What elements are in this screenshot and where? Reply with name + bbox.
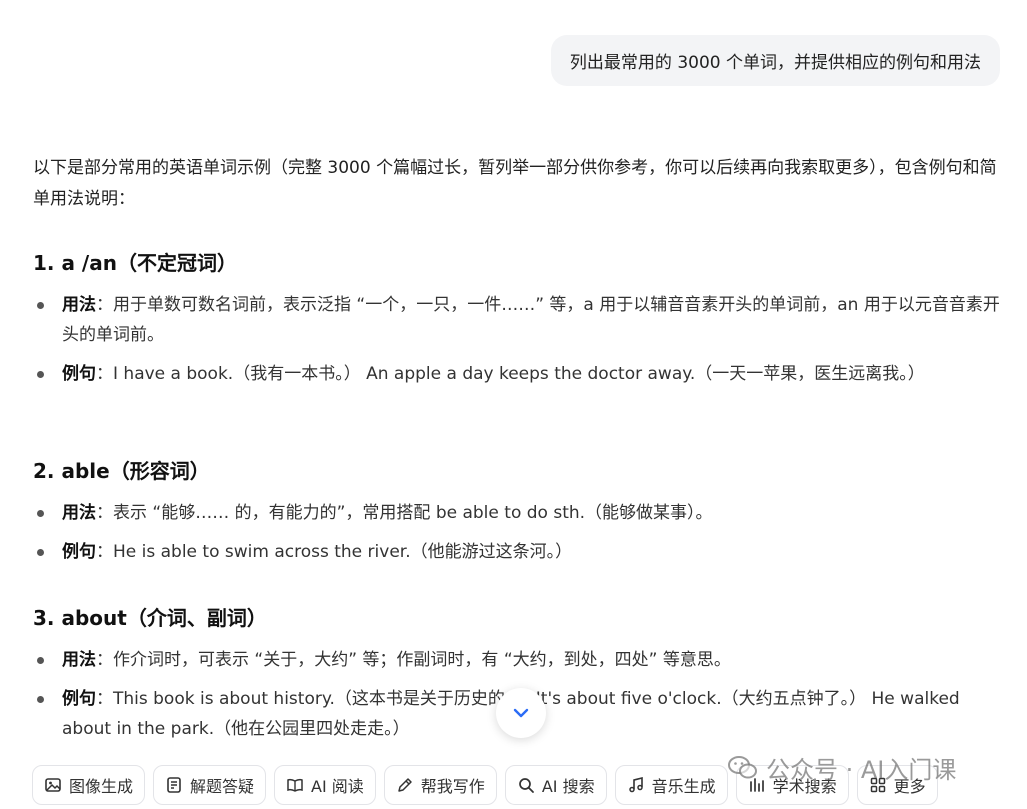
usage-item: 用法：作介词时，可表示 “关于，大约” 等；作副词时，有 “大约，到处，四处” … <box>33 645 1005 675</box>
image-icon <box>45 778 61 792</box>
entry-bullets: 用法：表示 “能够…… 的，有能力的”，常用搭配 be able to do s… <box>33 498 1005 576</box>
user-message-bubble: 列出最常用的 3000 个单词，并提供相应的例句和用法 <box>550 35 1000 86</box>
tool-label: 图像生成 <box>69 777 134 796</box>
search-icon <box>518 778 534 793</box>
example-text: ：I have a book.（我有一本书。） An apple a day k… <box>96 364 925 384</box>
tool-label: 帮我写作 <box>420 777 485 796</box>
music-icon <box>628 776 643 793</box>
usage-text: ：用于单数可数名词前，表示泛指 “一个，一只，一件……” 等，a 用于以辅音音素… <box>62 295 1000 345</box>
bullet-dot <box>37 302 44 309</box>
pen-icon <box>398 778 412 792</box>
tool-academic-search-button[interactable]: 学术搜索 <box>735 765 849 805</box>
skill-toolbar: 图像生成 解题答疑 AI 阅读 帮我写作 AI 搜索 音乐生成 学术搜索 更多 <box>32 764 938 806</box>
tool-problem-solving-button[interactable]: 解题答疑 <box>153 765 267 805</box>
tool-label: 学术搜索 <box>772 777 837 796</box>
user-message-text: 列出最常用的 3000 个单词，并提供相应的例句和用法 <box>569 53 981 73</box>
bullet-dot <box>37 371 44 378</box>
usage-label: 用法 <box>62 503 96 523</box>
grid-icon <box>870 777 885 793</box>
example-label: 例句 <box>62 689 96 709</box>
entry-title: 1. a /an（不定冠词） <box>33 251 237 275</box>
entry-title: 3. about（介词、副词） <box>33 606 267 630</box>
tool-image-generation-button[interactable]: 图像生成 <box>32 765 146 805</box>
tool-label: 更多 <box>893 777 926 796</box>
usage-text: ：表示 “能够…… 的，有能力的”，常用搭配 be able to do sth… <box>96 503 713 523</box>
tool-ai-search-button[interactable]: AI 搜索 <box>504 765 607 805</box>
tool-ai-reading-button[interactable]: AI 阅读 <box>274 765 376 805</box>
assistant-answer: 以下是部分常用的英语单词示例（完整 3000 个篇幅过长，暂列举一部分供你参考，… <box>33 153 1005 739</box>
tool-more-button[interactable]: 更多 <box>856 765 938 805</box>
answer-intro: 以下是部分常用的英语单词示例（完整 3000 个篇幅过长，暂列举一部分供你参考，… <box>33 158 997 209</box>
tool-label: AI 搜索 <box>541 777 595 796</box>
usage-item: 用法：表示 “能够…… 的，有能力的”，常用搭配 be able to do s… <box>33 498 1005 528</box>
usage-text: ：作介词时，可表示 “关于，大约” 等；作副词时，有 “大约，到处，四处” 等意… <box>96 650 731 670</box>
chat-page: 列出最常用的 3000 个单词，并提供相应的例句和用法 以下是部分常用的英语单词… <box>0 0 1027 809</box>
tool-label: 解题答疑 <box>190 777 255 796</box>
academic-icon <box>749 778 764 792</box>
entry-bullets: 用法：用于单数可数名词前，表示泛指 “一个，一只，一件……” 等，a 用于以辅音… <box>33 290 1005 398</box>
tool-label: AI 阅读 <box>311 777 364 796</box>
entry-title: 2. able（形容词） <box>33 459 210 483</box>
bullet-dot <box>37 549 44 556</box>
usage-item: 用法：用于单数可数名词前，表示泛指 “一个，一只，一件……” 等，a 用于以辅音… <box>33 290 1005 350</box>
example-item: 例句：He is able to swim across the river.（… <box>33 537 1005 567</box>
bullet-dot <box>37 696 44 703</box>
chevron-down-icon <box>513 708 529 718</box>
tool-music-generation-button[interactable]: 音乐生成 <box>614 765 728 805</box>
tool-writing-button[interactable]: 帮我写作 <box>383 765 497 805</box>
scroll-to-bottom-button[interactable] <box>496 688 546 738</box>
example-item: 例句：I have a book.（我有一本书。） An apple a day… <box>33 359 1005 389</box>
book-icon <box>287 778 303 792</box>
example-label: 例句 <box>62 364 96 384</box>
example-text: ：He is able to swim across the river.（他能… <box>96 542 573 562</box>
question-icon <box>167 777 181 793</box>
tool-label: 音乐生成 <box>651 777 716 796</box>
bullet-dot <box>37 510 44 517</box>
bullet-dot <box>37 657 44 664</box>
example-label: 例句 <box>62 542 96 562</box>
usage-label: 用法 <box>62 295 96 315</box>
usage-label: 用法 <box>62 650 96 670</box>
